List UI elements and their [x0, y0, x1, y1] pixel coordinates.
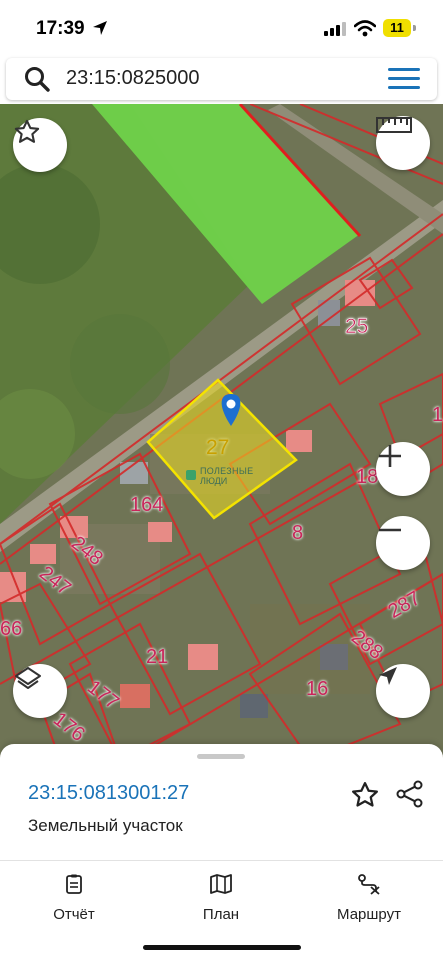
- minus-icon: [379, 528, 401, 532]
- wifi-icon: [354, 20, 376, 37]
- plus-icon: [379, 445, 401, 467]
- tab-label: Маршрут: [337, 906, 401, 923]
- route-icon: [358, 874, 380, 895]
- home-indicator[interactable]: [143, 945, 301, 950]
- search-input[interactable]: 23:15:0825000: [66, 67, 199, 90]
- tab-plan[interactable]: План: [166, 873, 276, 923]
- zoom-in-button[interactable]: [376, 442, 430, 496]
- map-view[interactable]: 25 27 164 248 247 66 8 18 1 287 288 21 1…: [0, 104, 443, 760]
- tab-label: План: [202, 906, 240, 923]
- location-arrow-icon: [93, 21, 107, 35]
- search-icon[interactable]: [24, 66, 50, 92]
- parcel-label: 164: [130, 494, 164, 516]
- parcel-label: 21: [146, 646, 169, 668]
- tab-route[interactable]: Маршрут: [314, 873, 424, 923]
- tab-report[interactable]: Отчёт: [19, 873, 129, 923]
- tab-label: Отчёт: [53, 906, 95, 923]
- parcel-label-selected: 27: [206, 436, 230, 459]
- parcel-info-sheet[interactable]: 23:15:0813001:27 Земельный участок: [0, 744, 443, 860]
- zoom-out-button[interactable]: [376, 516, 430, 570]
- battery-indicator: 11: [383, 19, 411, 37]
- map-plan-icon: [210, 874, 232, 894]
- menu-icon[interactable]: [388, 68, 420, 90]
- parcel-label: 1: [432, 404, 443, 426]
- status-time: 17:39: [36, 18, 85, 39]
- layers-icon: [15, 667, 41, 689]
- cellular-signal-icon: [324, 22, 346, 36]
- parcel-label: 18: [356, 466, 379, 488]
- parcel-type: Земельный участок: [28, 816, 183, 835]
- measure-ruler-button[interactable]: [376, 116, 430, 170]
- battery-tip: [413, 25, 416, 31]
- parcel-label: 25: [345, 315, 369, 339]
- bottom-tab-bar: Отчёт План Маршрут: [0, 860, 443, 961]
- satellite-map: [0, 104, 443, 760]
- watermark-logo-icon: [186, 470, 196, 480]
- favorite-map-button[interactable]: [13, 118, 67, 172]
- parcel-label: 8: [292, 522, 304, 544]
- layers-button[interactable]: [13, 664, 67, 718]
- sheet-grabber[interactable]: [197, 754, 245, 759]
- navigation-arrow-icon: [379, 667, 397, 685]
- my-location-button[interactable]: [376, 664, 430, 718]
- cadastral-number[interactable]: 23:15:0813001:27: [28, 782, 189, 805]
- parcel-label: 66: [0, 618, 23, 640]
- status-bar: 17:39 11: [0, 0, 443, 56]
- report-icon: [66, 874, 82, 894]
- share-icon[interactable]: [396, 780, 424, 808]
- star-icon: [14, 119, 40, 143]
- parcel-label: 16: [306, 678, 329, 700]
- search-bar[interactable]: 23:15:0825000: [6, 58, 437, 100]
- favorite-star-icon[interactable]: [350, 780, 380, 810]
- ruler-icon: [376, 117, 412, 133]
